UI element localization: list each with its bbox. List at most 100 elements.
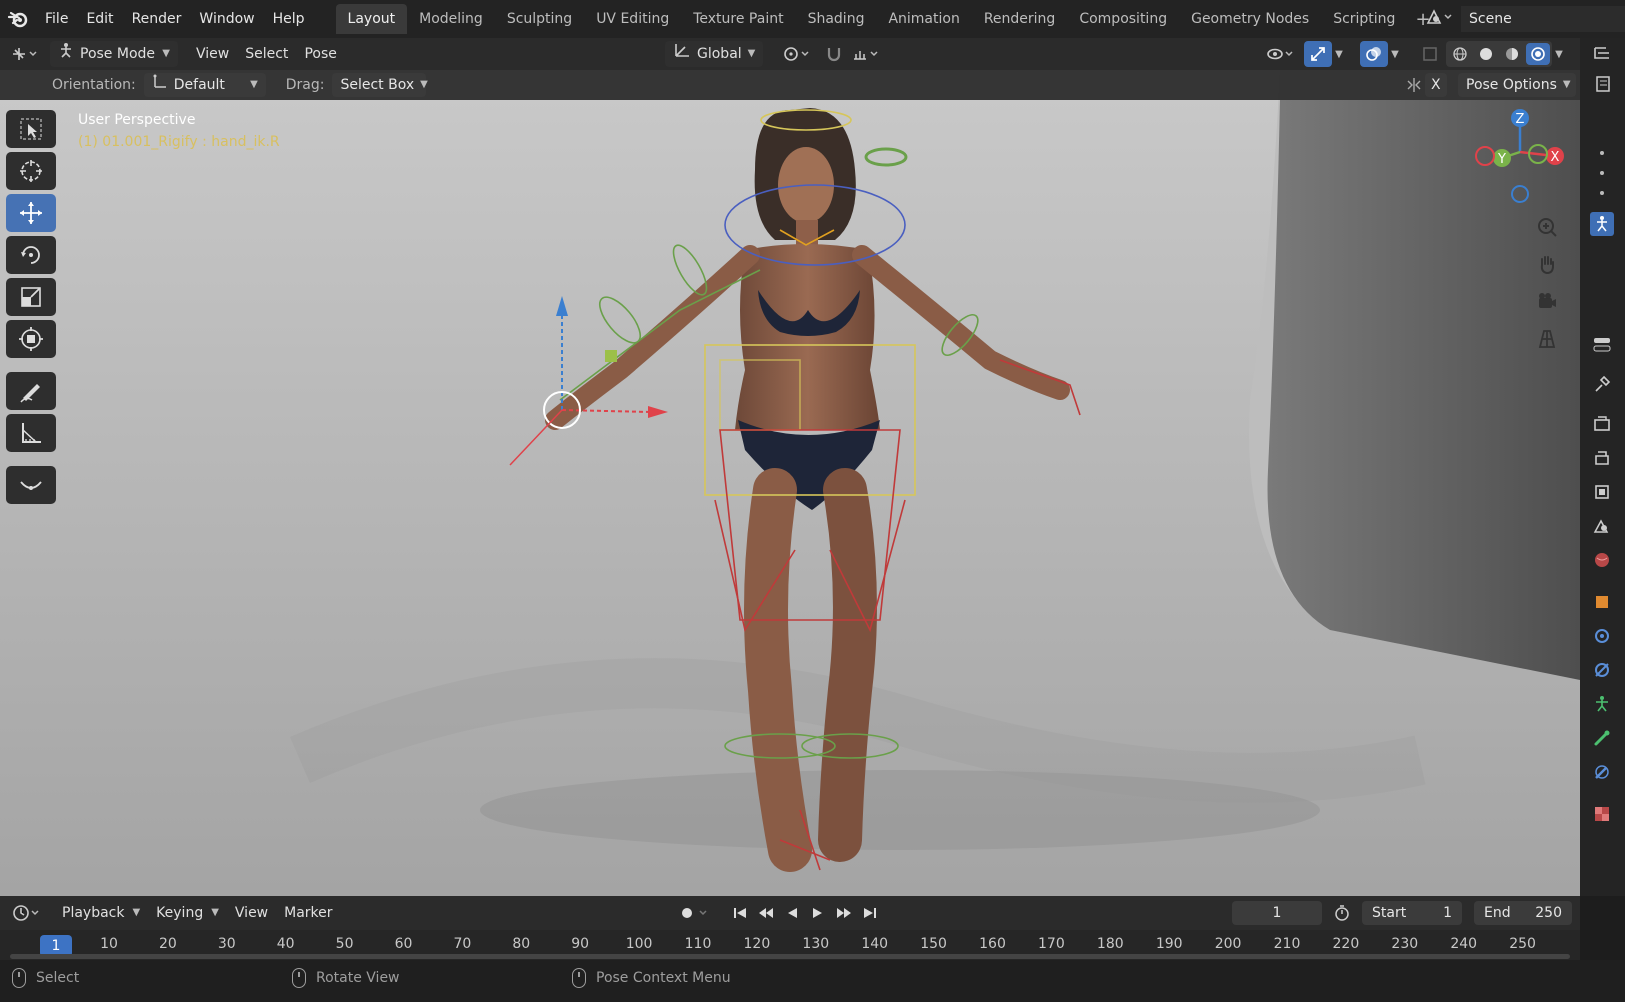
timeline-view-menu[interactable]: View [227, 900, 276, 926]
pivot-point-icon[interactable] [778, 41, 816, 67]
gizmo-toggle-icon[interactable] [1304, 41, 1332, 67]
measure-tool-icon[interactable] [6, 414, 56, 452]
tab-uv-editing[interactable]: UV Editing [584, 4, 681, 34]
outliner-icon[interactable] [1590, 42, 1614, 66]
tab-layout[interactable]: Layout [335, 4, 408, 34]
chevron-down-icon[interactable]: ▼ [1386, 41, 1404, 67]
visibility-eye-icon[interactable] [1262, 41, 1300, 67]
blender-logo-icon[interactable] [0, 0, 36, 38]
scene-name[interactable]: Scene [1461, 6, 1625, 32]
tab-compositing[interactable]: Compositing [1067, 4, 1179, 34]
timeline-editor-icon[interactable] [8, 900, 46, 926]
menu-render[interactable]: Render [123, 0, 191, 38]
properties-editor-icon[interactable] [1590, 332, 1614, 356]
tab-animation[interactable]: Animation [876, 4, 971, 34]
play-reverse-icon[interactable] [780, 900, 804, 926]
x-mirror-toggle[interactable]: X [1425, 73, 1447, 97]
timeline-scrollbar[interactable] [10, 954, 1570, 959]
transform-tool-icon[interactable] [6, 320, 56, 358]
mirror-icon[interactable] [1400, 72, 1428, 98]
transform-orientation-dropdown[interactable]: Global ▼ [665, 41, 763, 67]
drag-dropdown[interactable]: Select Box ▼ [332, 73, 428, 97]
scene-selector[interactable]: Scene [1425, 6, 1625, 32]
navigation-gizmo[interactable]: Z X Y [1460, 100, 1580, 210]
pan-hand-icon[interactable] [1530, 247, 1564, 281]
wireframe-shading-icon[interactable] [1448, 43, 1472, 65]
pose-sidebar-icon[interactable] [1590, 212, 1614, 236]
select-menu[interactable]: Select [237, 41, 296, 67]
overlays-toggle-icon[interactable] [1360, 41, 1388, 67]
tool-properties-icon[interactable] [1590, 372, 1614, 396]
physics-properties-icon[interactable] [1590, 658, 1614, 682]
mode-dropdown[interactable]: Pose Mode ▼ [50, 41, 178, 67]
next-keyframe-icon[interactable] [832, 900, 856, 926]
zoom-icon[interactable] [1530, 210, 1564, 244]
tab-texture-paint[interactable]: Texture Paint [681, 4, 795, 34]
chevron-down-icon[interactable]: ▼ [1330, 41, 1348, 67]
stopwatch-icon[interactable] [1328, 900, 1356, 926]
object-properties-icon[interactable] [1590, 590, 1614, 614]
auto-keying-icon[interactable] [674, 900, 714, 926]
scale-tool-icon[interactable] [6, 278, 56, 316]
texture-properties-icon[interactable] [1590, 802, 1614, 826]
jump-start-icon[interactable] [728, 900, 752, 926]
render-properties-icon[interactable] [1590, 412, 1614, 436]
marker-menu[interactable]: Marker [276, 900, 340, 926]
select-box-tool-icon[interactable] [6, 110, 56, 148]
3d-viewport[interactable]: User Perspective (1) 01.001_Rigify : han… [0, 70, 1580, 896]
snap-target-icon[interactable] [848, 41, 886, 67]
snap-icon[interactable] [820, 41, 848, 67]
outliner-filter-icon[interactable] [1590, 72, 1614, 96]
pose-menu[interactable]: Pose [296, 41, 344, 67]
tab-shading[interactable]: Shading [796, 4, 877, 34]
armature-properties-icon[interactable] [1590, 692, 1614, 716]
tab-scripting[interactable]: Scripting [1321, 4, 1407, 34]
solid-shading-icon[interactable] [1474, 43, 1498, 65]
mouse-right-icon [572, 968, 586, 988]
menu-window[interactable]: Window [190, 0, 263, 38]
bone-constraint-icon[interactable] [1590, 760, 1614, 784]
end-frame-field[interactable]: End 250 [1474, 901, 1572, 925]
bone-properties-icon[interactable] [1590, 726, 1614, 750]
pose-options-dropdown[interactable]: Pose Options ▼ [1458, 73, 1576, 97]
frame-tick-label: 170 [1038, 936, 1065, 952]
view-layer-icon[interactable] [1590, 480, 1614, 504]
menu-help[interactable]: Help [264, 0, 314, 38]
current-frame-field[interactable]: 1 [1232, 901, 1322, 925]
output-properties-icon[interactable] [1590, 446, 1614, 470]
timeline-ruler[interactable]: 1 10 20 30 40 50 60 70 80 90 100 110 120 130 140 150 16… [0, 930, 1580, 960]
keying-menu[interactable]: Keying ▼ [148, 900, 227, 926]
play-icon[interactable] [806, 900, 830, 926]
tool-settings-bar: Orientation: Default ▼ Drag: Select Box … [0, 70, 1580, 100]
tab-rendering[interactable]: Rendering [972, 4, 1068, 34]
xray-toggle-icon[interactable] [1416, 41, 1444, 67]
world-properties-icon[interactable] [1590, 548, 1614, 572]
chevron-down-icon[interactable]: ▼ [1550, 41, 1568, 67]
relax-pose-tool-icon[interactable] [6, 466, 56, 504]
menu-edit[interactable]: Edit [77, 0, 122, 38]
editor-type-icon[interactable] [8, 41, 44, 67]
tab-modeling[interactable]: Modeling [407, 4, 495, 34]
playback-menu[interactable]: Playback ▼ [54, 900, 148, 926]
camera-view-icon[interactable] [1530, 284, 1564, 318]
orientation-axes-icon [152, 73, 168, 97]
material-shading-icon[interactable] [1500, 43, 1524, 65]
annotate-tool-icon[interactable] [6, 372, 56, 410]
modifier-properties-icon[interactable] [1590, 624, 1614, 648]
tab-geometry-nodes[interactable]: Geometry Nodes [1179, 4, 1321, 34]
scene-properties-icon[interactable] [1590, 514, 1614, 538]
frame-tick-label: 20 [158, 936, 177, 952]
rotate-tool-icon[interactable] [6, 236, 56, 274]
tab-sculpting[interactable]: Sculpting [495, 4, 584, 34]
rendered-shading-icon[interactable] [1526, 43, 1550, 65]
start-frame-field[interactable]: Start 1 [1362, 901, 1462, 925]
jump-end-icon[interactable] [858, 900, 882, 926]
menu-file[interactable]: File [36, 0, 77, 38]
sidebar-dots-icon[interactable] [1590, 138, 1614, 208]
view-menu[interactable]: View [188, 41, 237, 67]
prev-keyframe-icon[interactable] [754, 900, 778, 926]
ortho-grid-icon[interactable] [1530, 321, 1564, 355]
cursor-tool-icon[interactable] [6, 152, 56, 190]
move-tool-icon[interactable] [6, 194, 56, 232]
orientation-dropdown[interactable]: Default ▼ [143, 73, 266, 97]
